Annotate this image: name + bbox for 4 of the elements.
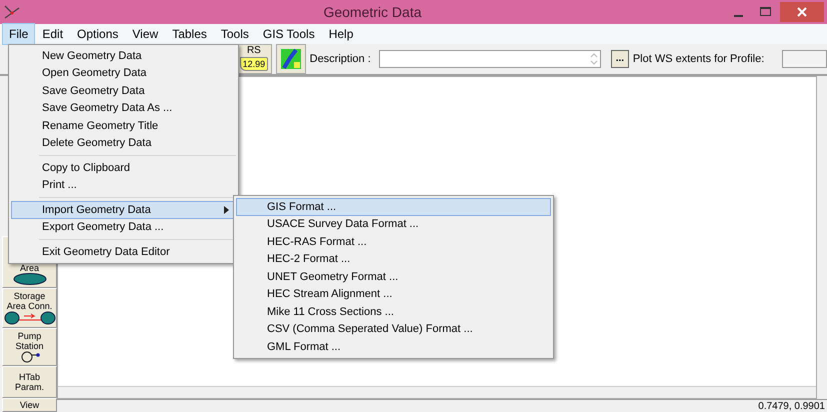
plot-profile-label: Plot WS extents for Profile: [632,52,764,67]
description-label: Description : [310,52,371,67]
status-coordinates: 0.7479, 0.9901 [57,399,827,412]
window-title: Geometric Data [322,2,423,22]
